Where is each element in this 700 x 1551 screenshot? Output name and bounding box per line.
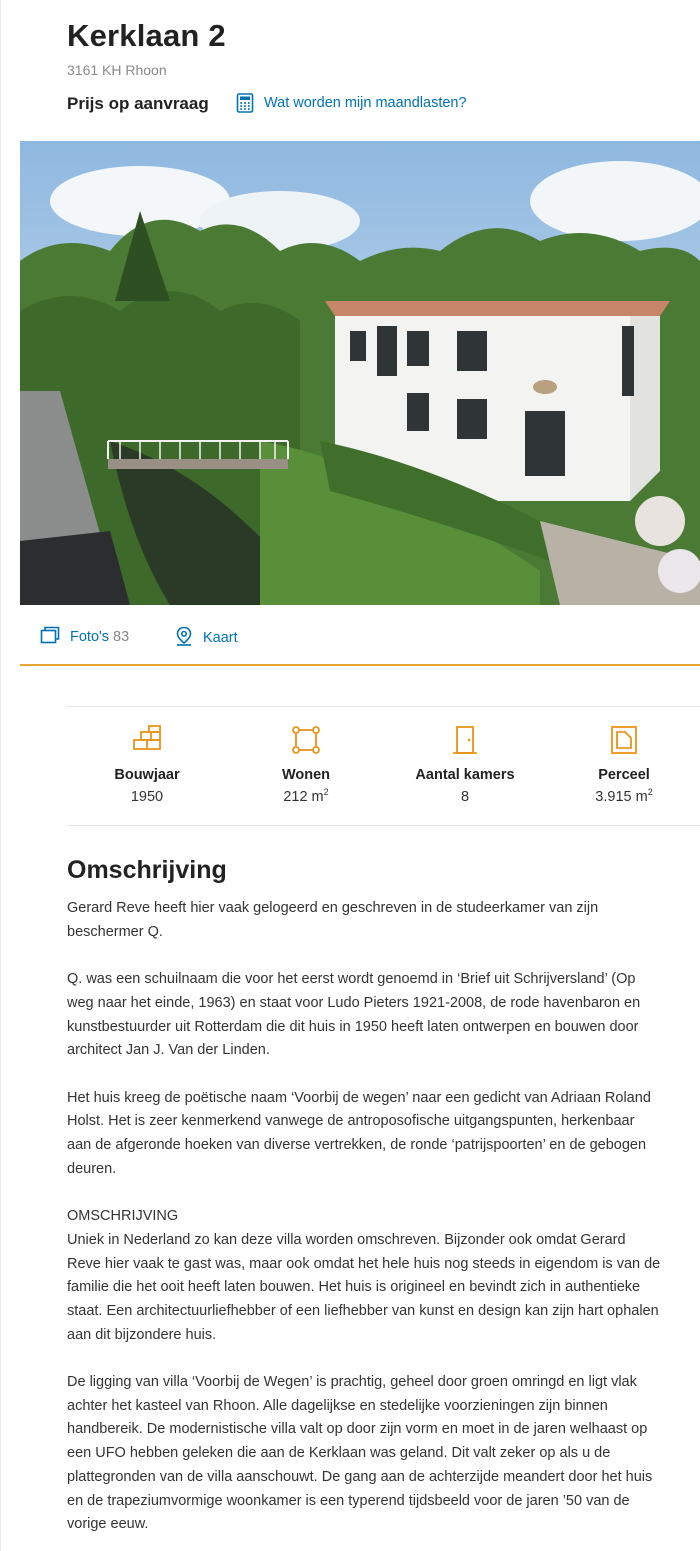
listing-price: Prijs op aanvraag (67, 94, 209, 113)
description-heading: Omschrijving (67, 856, 227, 884)
feature-perceel: Perceel 3.915 m2 (559, 707, 689, 805)
main-house-photo[interactable] (20, 141, 700, 605)
plot-icon (559, 725, 689, 757)
listing-address: Kerklaan 2 (67, 18, 226, 53)
feature-label: Bouwjaar (114, 767, 180, 783)
description-section: Omschrijving Gerard Reve heeft hier vaak… (67, 856, 700, 1537)
feature-value: 1950 (130, 789, 164, 805)
media-tabs: Foto's 83 Kaart (20, 612, 700, 666)
description-text: Gerard Reve heeft hier vaak gelogeerd en… (67, 900, 661, 1533)
page-left-border (0, 0, 1, 1551)
key-features: Bouwjaar 1950 Wonen 212 m2 Aantal kamers… (67, 706, 700, 826)
photos-label: Foto's (70, 629, 110, 645)
mortgage-link-label: Wat worden mijn maandlasten? (264, 95, 467, 111)
calculator-icon (236, 93, 254, 113)
photos-count: 83 (113, 629, 130, 645)
map-pin-icon (175, 626, 193, 650)
mortgage-calculator-link[interactable]: Wat worden mijn maandlasten? (236, 93, 467, 113)
feature-value: 212 m2 (283, 787, 329, 805)
building-year-icon (82, 725, 212, 757)
feature-label: Aantal kamers (415, 767, 515, 783)
feature-label: Perceel (598, 767, 650, 783)
feature-wonen: Wonen 212 m2 (241, 707, 371, 805)
living-area-icon (241, 725, 371, 757)
door-icon (400, 725, 530, 757)
photos-icon (40, 626, 60, 648)
feature-label: Wonen (281, 767, 331, 783)
feature-bouwjaar: Bouwjaar 1950 (82, 707, 212, 805)
listing-postal-city: 3161 KH Rhoon (67, 62, 167, 78)
map-button[interactable]: Kaart (175, 626, 238, 650)
feature-value: 8 (460, 789, 470, 805)
feature-value: 3.915 m2 (595, 787, 653, 805)
photos-button[interactable]: Foto's 83 (40, 626, 129, 648)
feature-kamers: Aantal kamers 8 (400, 707, 530, 805)
map-label: Kaart (203, 630, 238, 646)
